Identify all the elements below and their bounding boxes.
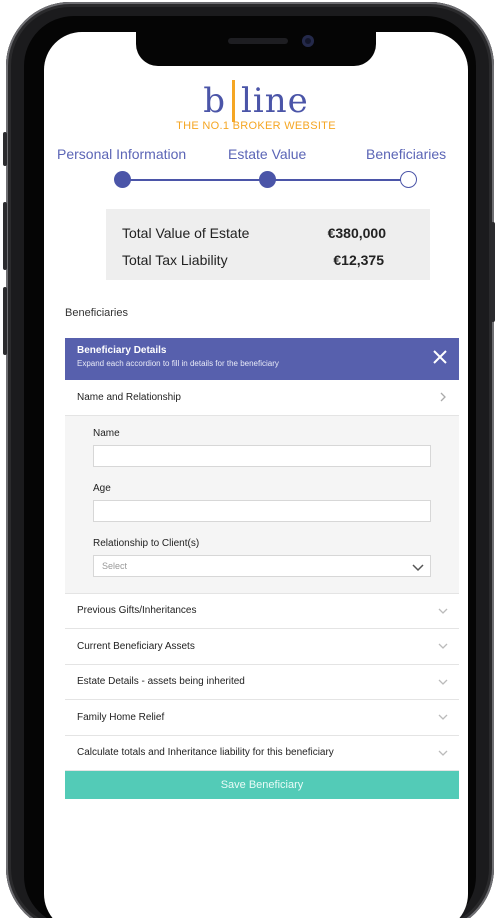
chevron-right-icon xyxy=(440,392,446,402)
totals-summary: Total Value of Estate €380,000 Total Tax… xyxy=(106,209,430,280)
age-label: Age xyxy=(93,482,111,494)
accordion-item-calculate-totals[interactable]: Calculate totals and Inheritance liabili… xyxy=(65,735,459,771)
power-button xyxy=(491,222,495,322)
chevron-down-icon xyxy=(438,643,448,649)
accordion-item-current-assets[interactable]: Current Beneficiary Assets xyxy=(65,629,459,665)
chevron-down-icon xyxy=(438,679,448,685)
logo-right: line xyxy=(240,81,309,121)
accordion-item-previous-gifts[interactable]: Previous Gifts/Inheritances xyxy=(65,593,459,629)
accordion-item-label: Estate Details - assets being inherited xyxy=(77,676,245,688)
total-tax-value: €12,375 xyxy=(333,251,384,268)
logo-divider xyxy=(231,80,235,122)
chevron-down-icon xyxy=(412,563,424,571)
speaker-grille xyxy=(228,38,288,44)
total-tax-row: Total Tax Liability €12,375 xyxy=(122,246,414,273)
relationship-select[interactable]: Select xyxy=(93,554,431,577)
relationship-label: Relationship to Client(s) xyxy=(93,537,200,549)
logo-tagline: THE NO.1 BROKER WEBSITE xyxy=(176,120,336,132)
logo-left: b xyxy=(203,81,226,121)
step-label-estate-value[interactable]: Estate Value xyxy=(228,146,306,162)
accordion-header-title: Beneficiary Details xyxy=(77,345,167,356)
phone-frame: b line THE NO.1 BROKER WEBSITE Personal … xyxy=(3,2,495,918)
chevron-down-icon xyxy=(438,750,448,756)
relationship-select-value: Select xyxy=(102,560,128,571)
total-estate-row: Total Value of Estate €380,000 xyxy=(122,219,414,246)
age-input[interactable] xyxy=(93,499,431,522)
chevron-down-icon xyxy=(438,714,448,720)
total-estate-label: Total Value of Estate xyxy=(122,224,250,241)
mute-switch xyxy=(3,132,7,166)
step-label-beneficiaries[interactable]: Beneficiaries xyxy=(366,146,446,162)
accordion-item-estate-details[interactable]: Estate Details - assets being inherited xyxy=(65,664,459,700)
logo-wordmark: b line xyxy=(203,80,309,122)
chevron-down-icon xyxy=(438,608,448,614)
notch xyxy=(136,32,376,66)
save-beneficiary-button[interactable]: Save Beneficiary xyxy=(65,771,459,799)
total-tax-label: Total Tax Liability xyxy=(122,251,228,268)
volume-up-button xyxy=(3,202,7,270)
beneficiary-details-header: Beneficiary Details Expand each accordio… xyxy=(65,338,459,380)
step-dot-current[interactable] xyxy=(400,171,417,188)
accordion-item-label: Previous Gifts/Inheritances xyxy=(77,605,197,617)
accordion-header-subtitle: Expand each accordion to fill in details… xyxy=(77,359,279,368)
accordion-item-label: Current Beneficiary Assets xyxy=(77,640,195,652)
accordion-item-label: Name and Relationship xyxy=(77,391,181,403)
step-dot-complete[interactable] xyxy=(114,171,131,188)
progress-steps: Personal Information Estate Value Benefi… xyxy=(44,146,468,196)
close-icon[interactable] xyxy=(431,349,449,367)
front-camera-icon xyxy=(302,35,314,47)
name-label: Name xyxy=(93,427,120,439)
step-dot-complete[interactable] xyxy=(259,171,276,188)
step-label-personal-information[interactable]: Personal Information xyxy=(57,146,186,162)
section-title: Beneficiaries xyxy=(65,307,128,319)
name-relationship-panel: Name Age Relationship to Client(s) Selec… xyxy=(65,415,459,594)
total-estate-value: €380,000 xyxy=(327,224,386,241)
accordion-item-label: Calculate totals and Inheritance liabili… xyxy=(77,747,334,759)
name-input[interactable] xyxy=(93,444,431,467)
accordion-item-family-home-relief[interactable]: Family Home Relief xyxy=(65,700,459,736)
volume-down-button xyxy=(3,287,7,355)
accordion-item-name-relationship[interactable]: Name and Relationship xyxy=(65,380,459,416)
beneficiary-accordion: Beneficiary Details Expand each accordio… xyxy=(65,338,459,799)
phone-screen: b line THE NO.1 BROKER WEBSITE Personal … xyxy=(44,32,468,918)
brand-logo[interactable]: b line THE NO.1 BROKER WEBSITE xyxy=(44,80,468,132)
accordion-item-label: Family Home Relief xyxy=(77,711,165,723)
